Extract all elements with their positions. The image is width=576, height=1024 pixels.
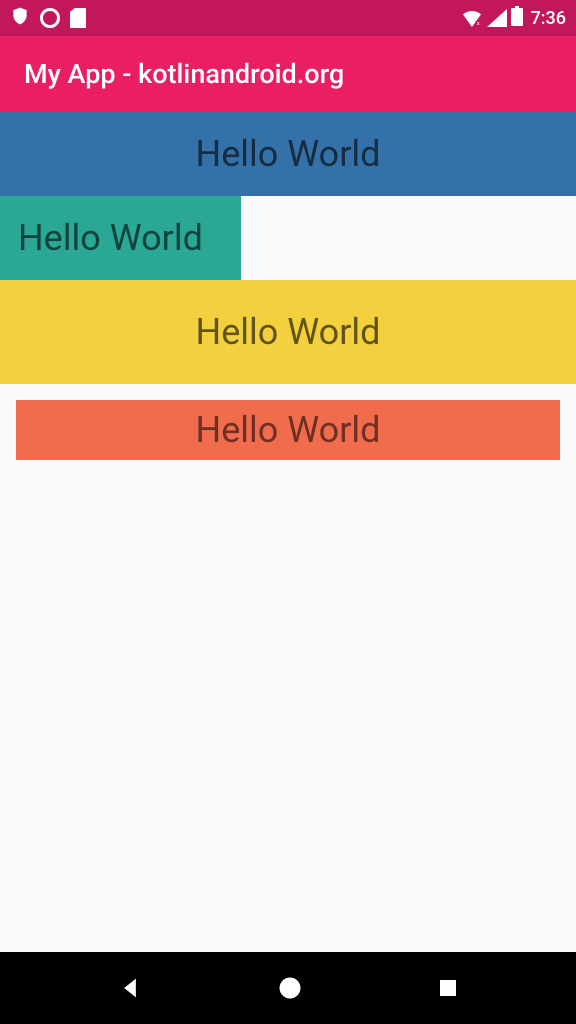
circle-outline-icon: [40, 8, 60, 28]
home-button[interactable]: [276, 974, 304, 1002]
text-row-3: Hello World: [0, 280, 576, 384]
text-label: Hello World: [196, 409, 381, 451]
recent-button[interactable]: [436, 976, 460, 1000]
text-row-2: Hello World: [0, 196, 241, 280]
status-right: x 7:36: [461, 6, 566, 30]
text-label: Hello World: [196, 311, 381, 353]
text-label: Hello World: [196, 133, 381, 175]
svg-text:x: x: [477, 21, 480, 27]
app-bar: My App - kotlinandroid.org: [0, 36, 576, 112]
signal-icon: [487, 9, 507, 27]
sd-card-icon: [70, 8, 86, 28]
battery-icon: [511, 6, 523, 30]
status-bar: x 7:36: [0, 0, 576, 36]
navigation-bar: [0, 952, 576, 1024]
wifi-icon: x: [461, 9, 483, 27]
status-time: 7:36: [531, 8, 566, 29]
row4-wrapper: Hello World: [0, 384, 576, 476]
text-row-4: Hello World: [16, 400, 560, 460]
text-label: Hello World: [18, 217, 203, 259]
content-area: Hello World Hello World Hello World Hell…: [0, 112, 576, 952]
text-row-1: Hello World: [0, 112, 576, 196]
app-title: My App - kotlinandroid.org: [24, 58, 344, 90]
shield-icon: [10, 6, 30, 30]
status-left: [10, 6, 86, 30]
back-button[interactable]: [116, 974, 144, 1002]
